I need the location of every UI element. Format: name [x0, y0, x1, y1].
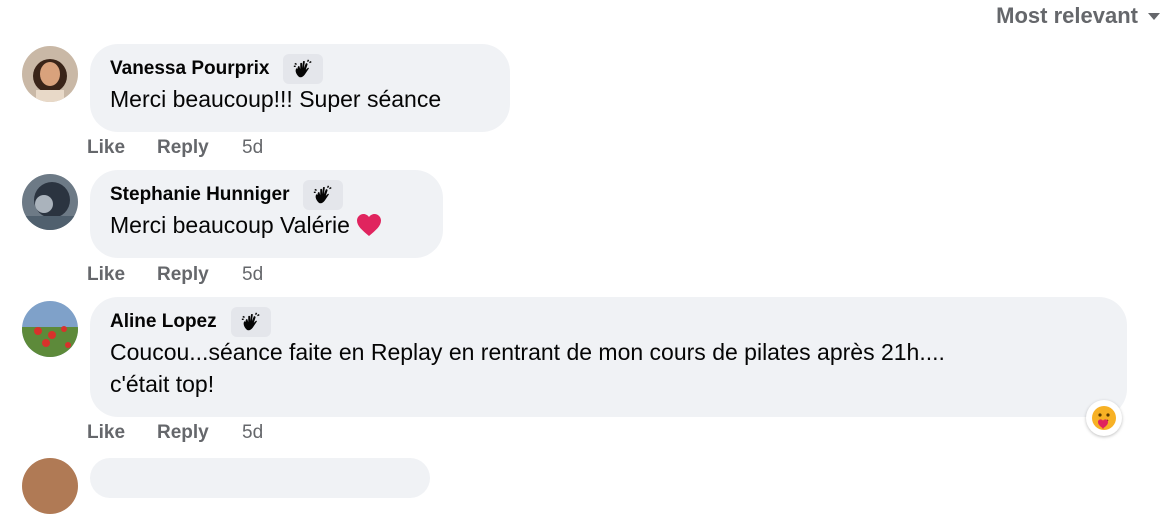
comment-actions: Like Reply 5d — [87, 136, 263, 160]
comment-text-line-1: Coucou...séance faite en Replay en rentr… — [110, 339, 945, 365]
author-name[interactable]: Aline Lopez — [110, 311, 217, 333]
reply-button[interactable]: Reply — [157, 422, 242, 444]
red-heart-icon — [356, 213, 382, 245]
sort-label: Most relevant — [996, 3, 1138, 28]
timestamp[interactable]: 5d — [242, 264, 263, 286]
timestamp[interactable]: 5d — [242, 422, 263, 444]
comment-text: Merci beaucoup Valérie — [110, 210, 421, 245]
comment-actions: Like Reply 5d — [87, 421, 263, 445]
comment-bubble: Vanessa Pourprix Merci beaucoup!!! Super… — [90, 44, 510, 132]
comment-bubble: Stephanie Hunniger Merci beaucoup Valéri… — [90, 170, 443, 258]
comment-bubble — [90, 458, 430, 498]
avatar[interactable] — [22, 301, 78, 357]
like-button[interactable]: Like — [87, 422, 157, 444]
like-button[interactable]: Like — [87, 264, 157, 286]
waving-hand-icon — [303, 180, 344, 210]
comment-text-content: Merci beaucoup Valérie — [110, 212, 350, 238]
author-name[interactable]: Vanessa Pourprix — [110, 58, 269, 80]
caret-down-icon — [1148, 12, 1160, 20]
timestamp[interactable]: 5d — [242, 137, 263, 159]
comment-text-line-2: c'était top! — [110, 371, 215, 397]
sort-dropdown[interactable]: Most relevant — [996, 2, 1160, 30]
avatar[interactable] — [22, 458, 78, 514]
care-reaction-icon[interactable] — [1086, 400, 1122, 436]
waving-hand-icon — [230, 307, 271, 337]
like-button[interactable]: Like — [87, 137, 157, 159]
comment-actions: Like Reply 5d — [87, 263, 263, 287]
author-name[interactable]: Stephanie Hunniger — [110, 184, 289, 206]
reply-button[interactable]: Reply — [157, 137, 242, 159]
waving-hand-icon — [283, 54, 324, 84]
avatar[interactable] — [22, 174, 78, 230]
reply-button[interactable]: Reply — [157, 264, 242, 286]
avatar[interactable] — [22, 46, 78, 102]
comment-bubble: Aline Lopez Coucou...séance faite en Rep… — [90, 297, 1127, 417]
comment-text: Merci beaucoup!!! Super séance — [110, 86, 442, 112]
